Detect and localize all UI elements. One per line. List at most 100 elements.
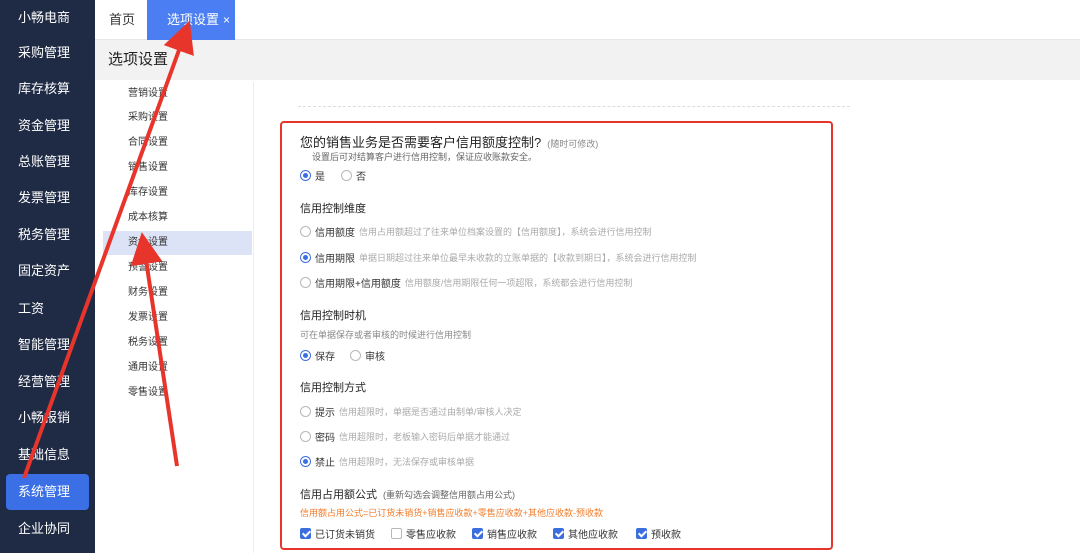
radio-icon: [300, 456, 311, 467]
radio-icon: [300, 350, 311, 361]
radio-label: 保存: [315, 352, 335, 363]
checkbox-retail-receivable[interactable]: 零售应收款: [391, 526, 456, 541]
option-desc: 信用超限时，无法保存或审核单据: [339, 457, 475, 467]
checkbox-other-receivable[interactable]: 其他应收款: [553, 526, 618, 541]
radio-icon: [300, 431, 311, 442]
formula-text: 信用额占用公式=已订货未销货+销售应收款+零售应收款+其他应收款-预收款: [300, 508, 604, 518]
radio-dimension-limit[interactable]: 信用额度 信用占用额超过了往来单位档案设置的【信用额度】，系统会进行信用控制: [300, 224, 652, 239]
sidebar-item-reimburse[interactable]: 小畅报销: [0, 400, 95, 436]
radio-method-password[interactable]: 密码 信用超限时，老板输入密码后单据才能通过: [300, 429, 510, 444]
checkbox-icon: [300, 528, 311, 539]
sidebar-item-ledger[interactable]: 总账管理: [0, 144, 95, 180]
submenu-item-tax[interactable]: 税务设置: [103, 331, 252, 355]
checkbox-label: 销售应收款: [487, 530, 537, 541]
radio-icon: [341, 170, 352, 181]
checkbox-label: 零售应收款: [406, 530, 456, 541]
sidebar-item-collab[interactable]: 企业协同: [0, 511, 95, 547]
checkbox-label: 已订货未销货: [315, 530, 375, 541]
timing-desc: 可在单据保存或者审核的时候进行信用控制: [300, 330, 472, 340]
credit-question-text: 您的销售业务是否需要客户信用额度控制?: [300, 135, 542, 150]
submenu-item-finance[interactable]: 财务设置: [103, 281, 252, 305]
tab-home[interactable]: 首页: [109, 0, 135, 40]
radio-label: 提示: [315, 408, 335, 419]
radio-icon: [350, 350, 361, 361]
option-desc: 信用占用额超过了往来单位档案设置的【信用额度】，系统会进行信用控制: [359, 227, 652, 237]
checkbox-advance-receipt[interactable]: 预收款: [636, 526, 681, 541]
checkbox-ordered-unsold[interactable]: 已订货未销货: [300, 526, 375, 541]
checkbox-icon: [636, 528, 647, 539]
checkbox-icon: [391, 528, 402, 539]
submenu-item-general[interactable]: 通用设置: [103, 356, 252, 380]
sidebar-item-tax[interactable]: 税务管理: [0, 217, 95, 253]
checkbox-label: 预收款: [651, 530, 681, 541]
sidebar-item-payroll[interactable]: 工资: [0, 291, 95, 327]
sidebar-item-ecommerce[interactable]: 小畅电商: [0, 0, 95, 36]
sidebar-item-funds[interactable]: 资金管理: [0, 108, 95, 144]
submenu-item-invoice[interactable]: 发票设置: [103, 306, 252, 330]
radio-label: 信用额度: [315, 228, 355, 239]
radio-label: 审核: [365, 352, 385, 363]
radio-label: 信用期限+信用额度: [315, 279, 401, 290]
checkbox-icon: [472, 528, 483, 539]
method-title: 信用控制方式: [300, 382, 366, 394]
radio-label: 否: [356, 172, 366, 183]
radio-label: 是: [315, 172, 325, 183]
option-desc: 信用超限时，单据是否通过由制单/审核人决定: [339, 407, 522, 417]
submenu-item-funds[interactable]: 资金设置: [103, 231, 252, 255]
sidebar-item-basic-info[interactable]: 基础信息: [0, 437, 95, 473]
radio-icon: [300, 226, 311, 237]
credit-question-note: (随时可修改): [547, 139, 599, 149]
sidebar-item-purchase[interactable]: 采购管理: [0, 35, 95, 71]
formula-note: (重新勾选会调整信用额占用公式): [383, 490, 515, 500]
submenu-item-sales[interactable]: 销售设置: [103, 156, 252, 180]
formula-title-row: 信用占用额公式 (重新勾选会调整信用额占用公式): [300, 486, 515, 502]
submenu-item-inventory[interactable]: 库存设置: [103, 181, 252, 205]
main-sidebar: 小畅电商 采购管理 库存核算 资金管理 总账管理 发票管理 税务管理 固定资产 …: [0, 0, 95, 553]
timing-title: 信用控制时机: [300, 310, 366, 322]
radio-dimension-both[interactable]: 信用期限+信用额度 信用额度/信用期限任何一项超限，系统都会进行信用控制: [300, 275, 632, 290]
submenu-item-retail[interactable]: 零售设置: [103, 381, 252, 405]
section-divider: [298, 106, 850, 107]
sidebar-item-smart[interactable]: 智能管理: [0, 327, 95, 363]
radio-method-forbid[interactable]: 禁止 信用超限时，无法保存或审核单据: [300, 454, 474, 469]
tab-options-settings[interactable]: 选项设置 ×: [147, 0, 235, 40]
submenu-item-purchase[interactable]: 采购设置: [103, 106, 252, 130]
sidebar-item-operations[interactable]: 经营管理: [0, 364, 95, 400]
radio-timing-save[interactable]: 保存: [300, 348, 335, 363]
credit-question-desc: 设置后可对结算客户进行信用控制，保证应收账款安全。: [312, 152, 538, 162]
radio-icon: [300, 277, 311, 288]
submenu-item-warning[interactable]: 预警设置: [103, 256, 252, 280]
formula-title: 信用占用额公式: [300, 489, 377, 501]
page-title: 选项设置: [95, 40, 1080, 80]
app-root: 小畅电商 采购管理 库存核算 资金管理 总账管理 发票管理 税务管理 固定资产 …: [0, 0, 1080, 553]
radio-enable-no[interactable]: 否: [341, 168, 366, 183]
option-desc: 信用额度/信用期限任何一项超限，系统都会进行信用控制: [404, 278, 633, 288]
radio-label: 密码: [315, 433, 335, 444]
sidebar-item-invoice[interactable]: 发票管理: [0, 180, 95, 216]
submenu-item-contract[interactable]: 合同设置: [103, 131, 252, 155]
radio-icon: [300, 406, 311, 417]
credit-question: 您的销售业务是否需要客户信用额度控制? (随时可修改): [300, 132, 598, 151]
radio-method-prompt[interactable]: 提示 信用超限时，单据是否通过由制单/审核人决定: [300, 404, 522, 419]
sidebar-item-system[interactable]: 系统管理: [6, 474, 89, 510]
sidebar-item-inventory[interactable]: 库存核算: [0, 71, 95, 107]
checkbox-label: 其他应收款: [568, 530, 618, 541]
settings-submenu: 营销设置 采购设置 合同设置 销售设置 库存设置 成本核算 资金设置 预警设置 …: [103, 82, 253, 553]
radio-icon: [300, 252, 311, 263]
option-desc: 信用超限时，老板输入密码后单据才能通过: [339, 432, 511, 442]
radio-dimension-period[interactable]: 信用期限 单据日期超过往来单位最早未收款的立账单据的【收款到期日】，系统会进行信用…: [300, 250, 697, 265]
submenu-item-costing[interactable]: 成本核算: [103, 206, 252, 230]
radio-timing-review[interactable]: 审核: [350, 348, 385, 363]
radio-label: 禁止: [315, 458, 335, 469]
radio-icon: [300, 170, 311, 181]
radio-label: 信用期限: [315, 254, 355, 265]
dimension-title: 信用控制维度: [300, 203, 366, 215]
radio-enable-yes[interactable]: 是: [300, 168, 325, 183]
sidebar-item-fixed-assets[interactable]: 固定资产: [0, 253, 95, 289]
tab-label: 选项设置: [167, 12, 220, 27]
option-desc: 单据日期超过往来单位最早未收款的立账单据的【收款到期日】，系统会进行信用控制: [359, 253, 697, 263]
checkbox-icon: [553, 528, 564, 539]
checkbox-sales-receivable[interactable]: 销售应收款: [472, 526, 537, 541]
submenu-item-marketing[interactable]: 营销设置: [103, 82, 252, 106]
close-icon[interactable]: ×: [223, 13, 230, 27]
